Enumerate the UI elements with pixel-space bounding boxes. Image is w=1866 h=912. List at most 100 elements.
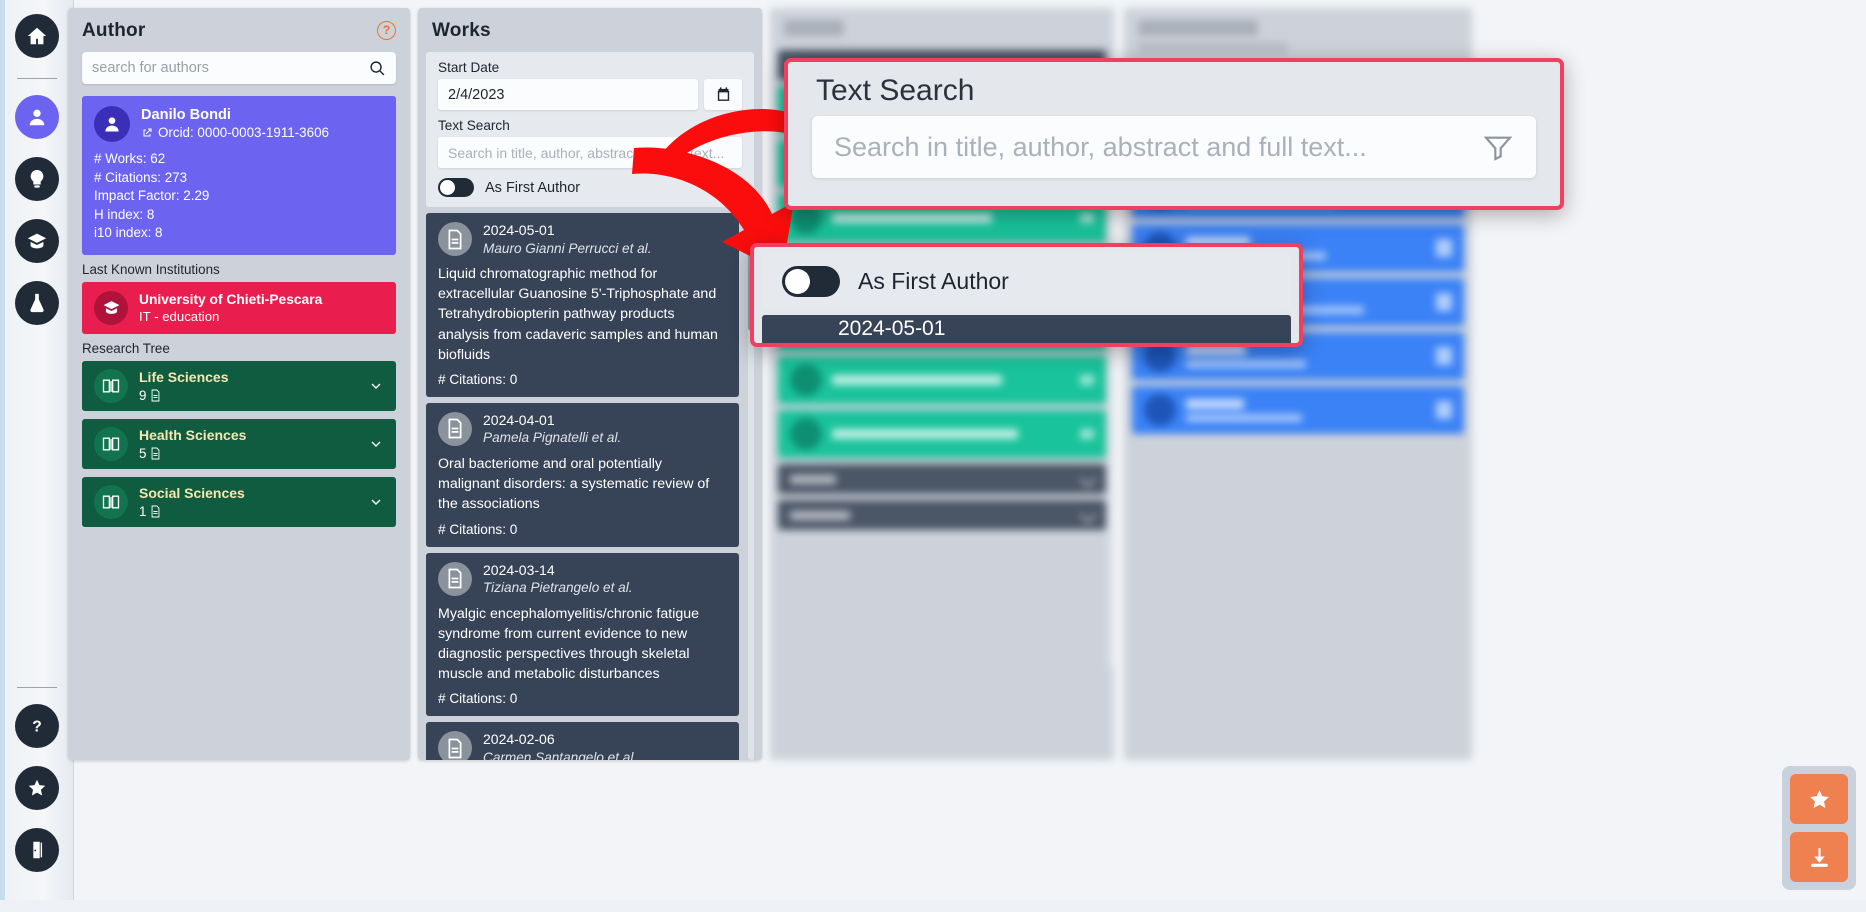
book-icon: [94, 426, 128, 461]
concepts-collapse-bar: [778, 464, 1106, 494]
callout-first-author-row[interactable]: As First Author: [762, 255, 1291, 307]
callout-first-author-label: As First Author: [858, 267, 1009, 294]
institution-icon-button[interactable]: [14, 219, 59, 263]
experiment-icon-button[interactable]: [14, 281, 59, 325]
concept-chip: [778, 356, 1106, 404]
work-card-header: 2024-02-06 Carmen Santangelo et al.: [438, 731, 727, 760]
tree-item-text: Social Sciences 1: [139, 485, 245, 519]
callout-first-author-toggle[interactable]: [782, 265, 840, 297]
work-authors: Carmen Santangelo et al.: [483, 749, 638, 760]
callout-peek-work-card[interactable]: 2024-05-01: [762, 315, 1291, 343]
calendar-icon-button[interactable]: [704, 79, 742, 110]
star-icon: [1809, 789, 1829, 808]
work-authors: Pamela Pignatelli et al.: [483, 430, 622, 446]
concept-chip: [778, 410, 1106, 458]
text-search-callout: Text Search Search in title, author, abs…: [784, 58, 1564, 210]
work-meta: 2024-05-01 Mauro Gianni Perrucci et al.: [483, 222, 651, 257]
author-orcid[interactable]: Orcid: 0000-0003-1911-3606: [141, 125, 329, 140]
start-date-input[interactable]: 2/4/2023: [438, 79, 698, 110]
tree-count-value: 1: [139, 503, 147, 519]
concepts-collapse-bar: [778, 500, 1106, 530]
concept-icon: [790, 418, 822, 450]
document-icon: [438, 411, 472, 446]
first-author-toggle[interactable]: [438, 178, 474, 197]
institution-card[interactable]: University of Chieti-Pescara IT - educat…: [82, 281, 396, 334]
author-card[interactable]: Danilo Bondi Orcid: 0000-0003-1911-3606 …: [82, 96, 396, 255]
related-chip: [1132, 386, 1464, 434]
exit-icon-button[interactable]: [14, 828, 59, 872]
author-icon-button[interactable]: [14, 95, 59, 139]
orcid-text: Orcid: 0000-0003-1911-3606: [158, 125, 329, 141]
tree-item-count: 5: [139, 446, 246, 461]
document-icon: [438, 731, 472, 760]
text-search-box[interactable]: [438, 137, 742, 168]
document-icon: [152, 505, 160, 518]
work-date: 2024-04-01: [483, 411, 555, 428]
work-title: Liquid chromatographic method for extrac…: [438, 266, 718, 363]
document-icon: [438, 561, 472, 596]
chevron-down-icon[interactable]: [368, 378, 384, 394]
favorite-button[interactable]: [1790, 774, 1848, 824]
work-card[interactable]: 2024-05-01 Mauro Gianni Perrucci et al. …: [426, 213, 739, 397]
stat-works: # Works: 62: [94, 151, 166, 166]
chevron-down-icon[interactable]: [368, 436, 384, 452]
rail-divider: [16, 78, 57, 79]
work-card[interactable]: 2024-02-06 Carmen Santangelo et al. Nutr…: [426, 722, 739, 760]
research-tree-item-social-sciences[interactable]: Social Sciences 1: [82, 476, 396, 527]
start-date-label: Start Date: [438, 60, 500, 75]
callout-text-search-label: Text Search: [816, 74, 975, 107]
bottom-strip: [0, 900, 1866, 912]
tree-item-label: Social Sciences: [139, 485, 245, 502]
author-stats: # Works: 62 # Citations: 273 Impact Fact…: [94, 150, 384, 243]
callout-text-search-input[interactable]: Search in title, author, abstract and fu…: [812, 116, 1536, 178]
rail-top-group: [14, 14, 59, 343]
rail-divider-bottom: [16, 687, 57, 688]
works-filters: Start Date 2/4/2023 Text Search As First…: [426, 52, 754, 207]
first-author-label: As First Author: [485, 179, 581, 196]
stat-h-index: H index: 8: [94, 206, 155, 222]
home-icon-button[interactable]: [14, 14, 59, 58]
avatar: [94, 106, 130, 142]
filter-icon[interactable]: [1482, 131, 1514, 163]
help-icon[interactable]: ?: [377, 20, 396, 40]
toggle-knob: [785, 268, 810, 294]
research-tree-item-life-sciences[interactable]: Life Sciences 9: [82, 360, 396, 411]
search-input[interactable]: [92, 60, 369, 76]
favorites-icon-button[interactable]: [14, 766, 59, 810]
work-title: Myalgic encephalomyelitis/chronic fatigu…: [438, 605, 700, 683]
tree-count-value: 5: [139, 445, 147, 461]
page-title: Author: [82, 20, 146, 41]
work-authors: Mauro Gianni Perrucci et al.: [483, 240, 652, 256]
svg-text:?: ?: [32, 719, 42, 736]
tree-item-label: Health Sciences: [139, 427, 247, 444]
works-panel: Works Start Date 2/4/2023 Text Search As…: [418, 8, 762, 760]
work-card[interactable]: 2024-03-14 Tiziana Pietrangelo et al. My…: [426, 552, 739, 717]
work-date: 2024-03-14: [483, 561, 555, 578]
chevron-down-icon[interactable]: [368, 494, 384, 510]
research-tree-label: Research Tree: [82, 340, 170, 356]
tree-item-count: 1: [139, 504, 245, 519]
toggle-knob: [440, 180, 455, 195]
author-identity: Danilo Bondi Orcid: 0000-0003-1911-3606: [141, 106, 329, 140]
works-list[interactable]: 2024-05-01 Mauro Gianni Perrucci et al. …: [426, 213, 754, 760]
download-icon: [1810, 847, 1828, 867]
document-icon: [438, 222, 472, 256]
calendar-icon: [717, 87, 729, 101]
author-search-box[interactable]: [82, 52, 396, 84]
book-icon: [94, 368, 128, 403]
work-citations: # Citations: 0: [438, 371, 518, 387]
research-tree-item-health-sciences[interactable]: Health Sciences 5: [82, 418, 396, 469]
download-button[interactable]: [1790, 832, 1848, 882]
works-panel-title: Works: [432, 20, 491, 41]
concepts-panel-header: [770, 8, 1114, 50]
concept-icon-button[interactable]: [14, 157, 59, 201]
text-search-input[interactable]: [448, 144, 732, 161]
tree-item-text: Health Sciences 5: [139, 427, 246, 461]
help-icon-button[interactable]: ?: [14, 704, 59, 748]
concept-icon: [790, 364, 822, 396]
work-date: 2024-02-06: [483, 731, 555, 748]
start-date-row: 2/4/2023: [438, 79, 742, 110]
left-nav-rail: ?: [0, 0, 74, 912]
work-card[interactable]: 2024-04-01 Pamela Pignatelli et al. Oral…: [426, 402, 739, 547]
first-author-toggle-row[interactable]: As First Author: [438, 178, 742, 197]
